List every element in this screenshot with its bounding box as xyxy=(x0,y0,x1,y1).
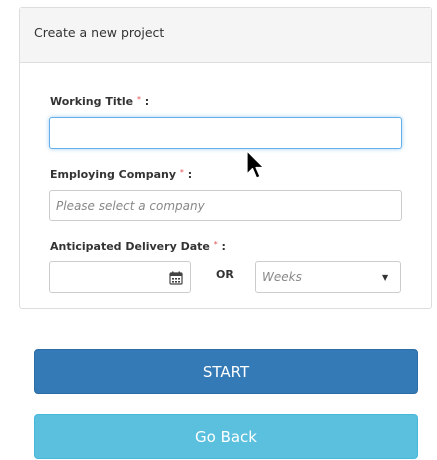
label-suffix: : xyxy=(221,240,226,253)
working-title-input[interactable] xyxy=(49,117,402,149)
delivery-date-input[interactable] xyxy=(49,261,163,293)
weeks-select[interactable]: Weeks ▼ xyxy=(255,261,401,293)
weeks-select-value: Weeks xyxy=(262,270,302,284)
go-back-button[interactable]: Go Back xyxy=(34,414,418,459)
calendar-icon xyxy=(169,271,183,285)
panel-title: Create a new project xyxy=(20,8,431,63)
working-title-label-text: Working Title xyxy=(50,95,134,108)
required-marker: * xyxy=(136,95,141,104)
company-select[interactable]: Please select a company xyxy=(49,190,402,221)
calendar-button[interactable] xyxy=(162,261,191,293)
required-marker: * xyxy=(213,240,218,249)
start-button[interactable]: START xyxy=(34,349,418,394)
employing-company-label-text: Employing Company xyxy=(50,168,177,181)
label-suffix: : xyxy=(144,95,150,108)
delivery-date-label: Anticipated Delivery Date * : xyxy=(50,240,226,253)
mouse-pointer-icon xyxy=(246,150,265,179)
label-suffix: : xyxy=(187,168,193,181)
required-marker: * xyxy=(179,168,184,177)
delivery-date-label-text: Anticipated Delivery Date xyxy=(50,240,210,253)
caret-down-icon: ▼ xyxy=(382,273,389,282)
or-separator: OR xyxy=(216,268,234,281)
working-title-label: Working Title * : xyxy=(50,95,149,108)
company-select-placeholder: Please select a company xyxy=(56,199,205,213)
employing-company-label: Employing Company * : xyxy=(50,168,192,181)
